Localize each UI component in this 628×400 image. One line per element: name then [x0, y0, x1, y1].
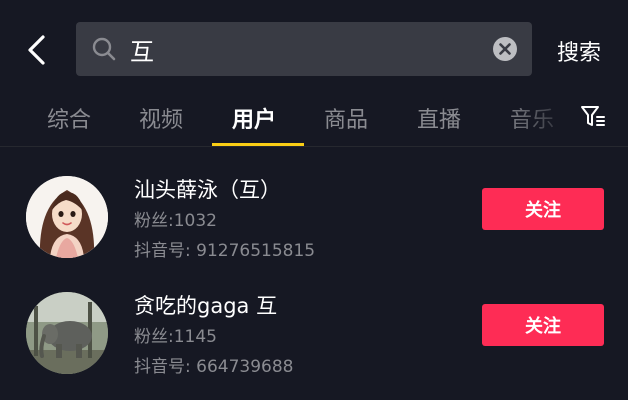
tab-comprehensive[interactable]: 综合 — [47, 102, 91, 134]
search-icon — [92, 37, 116, 61]
clear-search-button[interactable] — [492, 36, 518, 62]
avatar[interactable] — [26, 176, 108, 258]
user-fans-count: 粉丝:1145 — [134, 327, 217, 347]
user-name[interactable]: 贪吃的gaga 互 — [134, 290, 277, 320]
user-name[interactable]: 汕头薛泳（互） — [134, 174, 281, 204]
top-bar: 搜索 — [0, 0, 628, 96]
follow-button[interactable]: 关注 — [482, 304, 604, 346]
tab-products[interactable]: 商品 — [324, 102, 368, 134]
avatar-photo — [26, 292, 108, 374]
avatar-illustration — [26, 176, 108, 258]
back-chevron-icon — [28, 35, 45, 65]
tab-bar: 综合 视频 用户 商品 直播 音乐 — [0, 96, 628, 148]
search-input[interactable] — [130, 32, 470, 66]
filter-icon — [581, 106, 605, 126]
back-button[interactable] — [22, 30, 56, 70]
user-result-row[interactable]: 汕头薛泳（互） 粉丝:1032 抖音号: 91276515815 关注 — [0, 176, 628, 286]
avatar[interactable] — [26, 292, 108, 374]
user-douyin-id: 抖音号: 91276515815 — [134, 241, 316, 261]
tab-videos[interactable]: 视频 — [139, 102, 183, 134]
tab-live[interactable]: 直播 — [417, 102, 461, 134]
tab-music[interactable]: 音乐 — [510, 102, 554, 134]
user-result-row[interactable]: 贪吃的gaga 互 粉丝:1145 抖音号: 664739688 关注 — [0, 292, 628, 400]
user-douyin-id: 抖音号: 664739688 — [134, 357, 294, 377]
user-fans-count: 粉丝:1032 — [134, 211, 217, 231]
tab-divider — [0, 146, 628, 147]
tab-users[interactable]: 用户 — [232, 102, 276, 134]
search-box[interactable] — [76, 22, 532, 76]
search-submit-button[interactable]: 搜索 — [557, 35, 601, 67]
filter-button[interactable] — [580, 104, 606, 130]
clear-icon — [493, 37, 517, 61]
follow-button[interactable]: 关注 — [482, 188, 604, 230]
